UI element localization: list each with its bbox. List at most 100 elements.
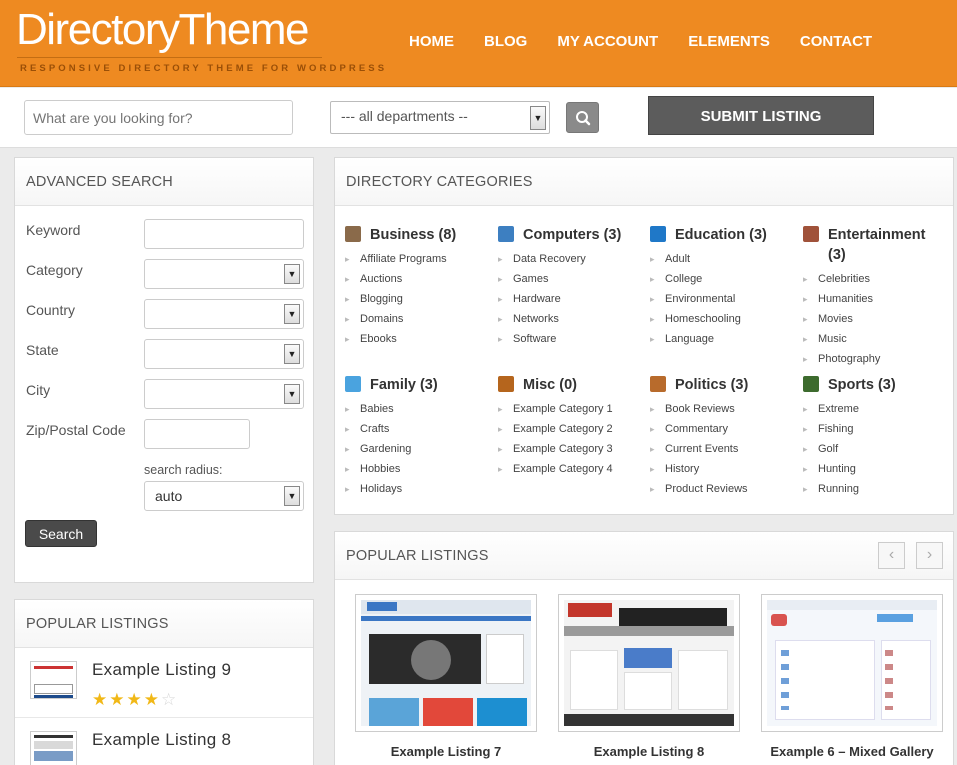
listing-title[interactable]: Example Listing 8 [92, 730, 231, 750]
category-block: Sports (3) ExtremeFishingGolfHuntingRunni… [803, 375, 943, 499]
listing-image-frame[interactable] [355, 594, 537, 732]
category-heading[interactable]: Business (8) [345, 225, 490, 245]
nav-contact[interactable]: CONTACT [800, 33, 872, 50]
monitor-icon [498, 226, 514, 242]
subcategory-link[interactable]: Environmental [650, 289, 795, 309]
category-block: Politics (3) Book ReviewsCommentaryCurren… [650, 375, 795, 499]
star-icon: ★ [126, 690, 144, 709]
category-name[interactable]: Entertainment (3) [828, 225, 943, 265]
subcategory-link[interactable]: Hobbies [345, 459, 490, 479]
category-select[interactable]: ▼ [144, 259, 304, 289]
subcategory-link[interactable]: Affiliate Programs [345, 249, 490, 269]
subcategory-link[interactable]: Holidays [345, 479, 490, 499]
category-heading[interactable]: Computers (3) [498, 225, 643, 245]
listing-image-frame[interactable] [558, 594, 740, 732]
listing-thumbnail[interactable] [30, 731, 77, 765]
nav-home[interactable]: HOME [409, 33, 454, 50]
subcategory-link[interactable]: Auctions [345, 269, 490, 289]
category-name[interactable]: Business (8) [370, 225, 456, 245]
subcategory-link[interactable]: Celebrities [803, 269, 943, 289]
subcategory-link[interactable]: Hardware [498, 289, 643, 309]
category-heading[interactable]: Politics (3) [650, 375, 795, 395]
subcategory-link[interactable]: Babies [345, 399, 490, 419]
subcategory-link[interactable]: Movies [803, 309, 943, 329]
listing-card[interactable]: Example 6 – Mixed Gallery [761, 594, 943, 759]
subcategory-link[interactable]: Crafts [345, 419, 490, 439]
listing-title[interactable]: Example Listing 7 [355, 744, 537, 759]
carousel-next-button[interactable]: › [916, 542, 943, 569]
subcategory-link[interactable]: Language [650, 329, 795, 349]
listing-title[interactable]: Example Listing 9 [92, 660, 231, 680]
category-name[interactable]: Computers (3) [523, 225, 621, 245]
subcategory-link[interactable]: Games [498, 269, 643, 289]
subcategory-link[interactable]: Running [803, 479, 943, 499]
state-select[interactable]: ▼ [144, 339, 304, 369]
nav-elements[interactable]: ELEMENTS [688, 33, 770, 50]
subcategory-link[interactable]: Example Category 1 [498, 399, 643, 419]
keyword-input[interactable] [144, 219, 304, 249]
category-heading[interactable]: Sports (3) [803, 375, 943, 395]
category-name[interactable]: Education (3) [675, 225, 767, 245]
subcategory-link[interactable]: Ebooks [345, 329, 490, 349]
listing-title[interactable]: Example Listing 8 [558, 744, 740, 759]
keyword-label: Keyword [26, 222, 81, 238]
subcategory-link[interactable]: History [650, 459, 795, 479]
subcategory-link[interactable]: Domains [345, 309, 490, 329]
subcategory-link[interactable]: Homeschooling [650, 309, 795, 329]
subcategory-link[interactable]: Commentary [650, 419, 795, 439]
submit-listing-button[interactable]: SUBMIT LISTING [648, 96, 874, 135]
subcategory-link[interactable]: Networks [498, 309, 643, 329]
carousel-prev-button[interactable]: ‹ [878, 542, 905, 569]
subcategory-link[interactable]: Book Reviews [650, 399, 795, 419]
subcategory-link[interactable]: Adult [650, 249, 795, 269]
listing-title[interactable]: Example 6 – Mixed Gallery [761, 744, 943, 759]
main-nav: HOME BLOG MY ACCOUNT ELEMENTS CONTACT [409, 33, 902, 50]
subcategory-link[interactable]: Gardening [345, 439, 490, 459]
subcategory-link[interactable]: Blogging [345, 289, 490, 309]
subcategory-link[interactable]: Example Category 3 [498, 439, 643, 459]
list-item[interactable]: Example Listing 8 [15, 718, 313, 765]
nav-my-account[interactable]: MY ACCOUNT [557, 33, 658, 50]
category-heading[interactable]: Education (3) [650, 225, 795, 245]
chevron-down-icon: ▼ [284, 486, 300, 506]
subcategory-link[interactable]: Hunting [803, 459, 943, 479]
zip-label: Zip/Postal Code [26, 422, 126, 438]
subcategory-link[interactable]: Fishing [803, 419, 943, 439]
subcategory-link[interactable]: Photography [803, 349, 943, 369]
advanced-search-button[interactable]: Search [25, 520, 97, 547]
speech-bubble-icon [345, 376, 361, 392]
subcategory-link[interactable]: College [650, 269, 795, 289]
listing-card[interactable]: Example Listing 8 [558, 594, 740, 759]
subcategory-link[interactable]: Software [498, 329, 643, 349]
radius-select[interactable]: auto ▼ [144, 481, 304, 511]
search-input[interactable] [24, 100, 293, 135]
listing-card[interactable]: Example Listing 7 [355, 594, 537, 759]
category-name[interactable]: Family (3) [370, 375, 438, 395]
subcategory-link[interactable]: Golf [803, 439, 943, 459]
subcategory-link[interactable]: Product Reviews [650, 479, 795, 499]
subcategory-link[interactable]: Example Category 4 [498, 459, 643, 479]
site-logo[interactable]: DirectoryTheme [16, 4, 309, 56]
listing-image-frame[interactable] [761, 594, 943, 732]
subcategory-link[interactable]: Humanities [803, 289, 943, 309]
search-button[interactable] [566, 102, 599, 133]
listing-thumbnail[interactable] [30, 661, 77, 699]
subcategory-link[interactable]: Example Category 2 [498, 419, 643, 439]
subcategory-list: CelebritiesHumanitiesMoviesMusicPhotogra… [803, 269, 943, 369]
subcategory-link[interactable]: Music [803, 329, 943, 349]
subcategory-link[interactable]: Data Recovery [498, 249, 643, 269]
category-name[interactable]: Politics (3) [675, 375, 748, 395]
category-name[interactable]: Misc (0) [523, 375, 577, 395]
department-select[interactable]: --- all departments -- ▼ [330, 101, 550, 134]
subcategory-link[interactable]: Extreme [803, 399, 943, 419]
category-heading[interactable]: Entertainment (3) [803, 225, 943, 265]
category-name[interactable]: Sports (3) [828, 375, 896, 395]
category-heading[interactable]: Misc (0) [498, 375, 643, 395]
city-select[interactable]: ▼ [144, 379, 304, 409]
list-item[interactable]: Example Listing 9 ★★★★☆ [15, 648, 313, 718]
nav-blog[interactable]: BLOG [484, 33, 527, 50]
country-select[interactable]: ▼ [144, 299, 304, 329]
category-heading[interactable]: Family (3) [345, 375, 490, 395]
zip-input[interactable] [144, 419, 250, 449]
subcategory-link[interactable]: Current Events [650, 439, 795, 459]
